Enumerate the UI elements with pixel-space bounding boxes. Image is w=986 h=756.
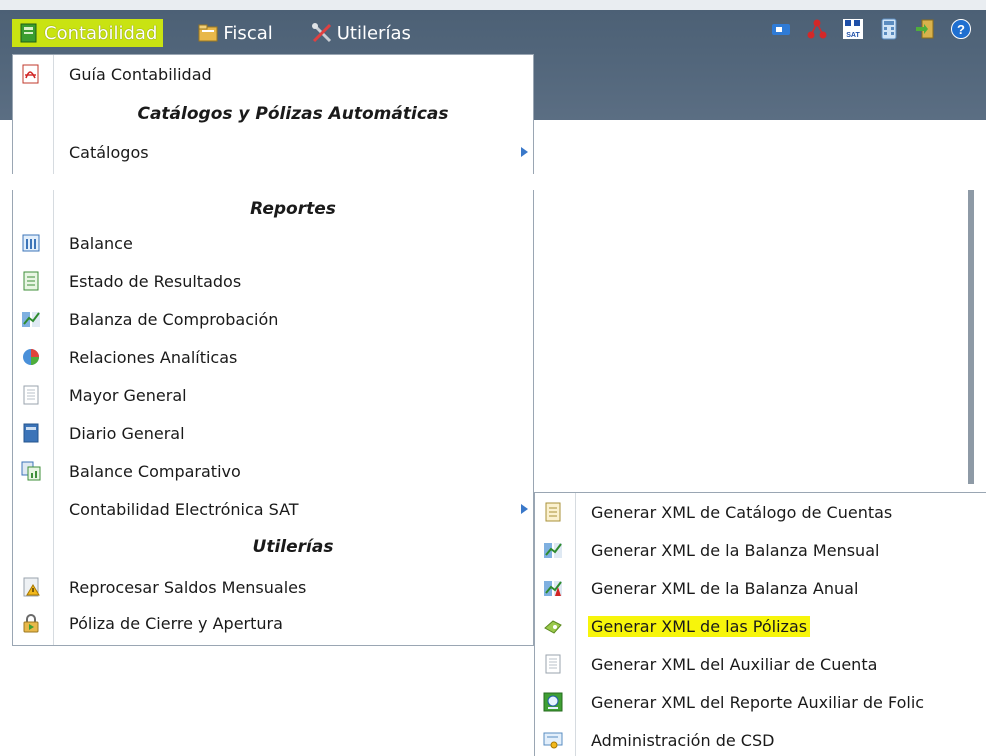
compare-icon	[21, 461, 41, 481]
menu-utilerias[interactable]: Utilerías	[307, 19, 415, 47]
lock-icon	[23, 614, 39, 633]
sat-icon[interactable]: SAT	[842, 18, 864, 40]
menu-item-poliza-cierre-apertura[interactable]: Póliza de Cierre y Apertura	[13, 604, 533, 642]
submenu-item-label: Administración de CSD	[591, 730, 775, 750]
sat-submenu: Generar XML de Catálogo de Cuentas Gener…	[534, 492, 986, 756]
chart-icon	[544, 543, 562, 558]
menu-item-relaciones-analiticas[interactable]: Relaciones Analíticas	[13, 338, 533, 376]
pie-icon	[23, 349, 39, 365]
balance-icon	[22, 234, 40, 252]
journal-icon	[23, 423, 39, 443]
help-icon[interactable]: ?	[950, 18, 972, 40]
pdf-icon	[22, 64, 39, 84]
document-icon	[23, 271, 39, 291]
menu-item-diario-general[interactable]: Diario General	[13, 414, 533, 452]
network-icon[interactable]	[806, 18, 828, 40]
submenu-item-administracion-csd[interactable]: Administración de CSD	[535, 721, 986, 756]
submenu-item-xml-auxiliar-cuenta[interactable]: Generar XML del Auxiliar de Cuenta	[535, 645, 986, 683]
submenu-item-label: Generar XML de la Balanza Mensual	[591, 540, 880, 560]
scroll-gap	[0, 174, 986, 190]
menu-header-label: Utilerías	[252, 537, 334, 557]
menu-item-catalogos[interactable]: Catálogos	[13, 133, 533, 171]
submenu-item-label: Generar XML de Catálogo de Cuentas	[591, 502, 893, 522]
menu-item-balance-comparativo[interactable]: Balance Comparativo	[13, 452, 533, 490]
submenu-item-xml-polizas[interactable]: Generar XML de las Pólizas	[535, 607, 986, 645]
menu-item-label: Catálogos	[69, 142, 149, 162]
submenu-item-label: Generar XML del Auxiliar de Cuenta	[591, 654, 878, 674]
sat-icon-label: SAT	[846, 32, 860, 39]
submenu-item-xml-reporte-auxiliar[interactable]: Generar XML del Reporte Auxiliar de Foli…	[535, 683, 986, 721]
policy-icon	[544, 620, 562, 634]
menu-item-label: Mayor General	[69, 385, 187, 405]
menu-item-label: Estado de Resultados	[69, 271, 242, 291]
contabilidad-dropdown-top: Guía Contabilidad Catálogos y Pólizas Au…	[12, 54, 534, 174]
contabilidad-dropdown-bottom: Reportes Balance Estado de Resultados Ba…	[12, 190, 534, 646]
submenu-arrow-icon	[521, 147, 528, 157]
submenu-item-label: Generar XML de las Pólizas	[588, 615, 811, 637]
menu-contabilidad[interactable]: Contabilidad	[12, 19, 164, 47]
toolbar-icons: SAT ?	[770, 18, 972, 40]
menu-item-label: Póliza de Cierre y Apertura	[69, 613, 283, 633]
menu-item-balance[interactable]: Balance	[13, 224, 533, 262]
menu-header-utilerias: Utilerías	[13, 528, 533, 566]
svg-text:?: ?	[957, 22, 965, 37]
page-icon	[545, 654, 561, 674]
menu-item-label: Balance	[69, 233, 133, 253]
menu-fiscal-label: Fiscal	[223, 22, 273, 44]
chart-icon	[22, 312, 40, 327]
certificate-icon	[543, 732, 563, 749]
main-menubar: Contabilidad Fiscal Utilerías	[12, 18, 445, 48]
report-icon	[543, 692, 563, 712]
menu-item-label: Contabilidad Electrónica SAT	[69, 499, 299, 519]
submenu-item-label: Generar XML del Reporte Auxiliar de Foli…	[591, 692, 925, 712]
content-scrollbar[interactable]	[968, 190, 974, 484]
menu-item-guia-contabilidad[interactable]: Guía Contabilidad	[13, 55, 533, 93]
submenu-item-xml-balanza-anual[interactable]: Generar XML de la Balanza Anual	[535, 569, 986, 607]
submenu-item-xml-catalogo[interactable]: Generar XML de Catálogo de Cuentas	[535, 493, 986, 531]
chart-red-icon	[544, 581, 562, 596]
folder-icon	[198, 24, 218, 42]
tools-icon	[311, 23, 331, 43]
submenu-item-label: Generar XML de la Balanza Anual	[591, 578, 859, 598]
exit-icon[interactable]	[914, 18, 936, 40]
video-icon[interactable]	[770, 18, 792, 40]
menu-header-label: Catálogos y Pólizas Automáticas	[137, 104, 449, 124]
submenu-item-xml-balanza-mensual[interactable]: Generar XML de la Balanza Mensual	[535, 531, 986, 569]
menu-item-reprocesar-saldos[interactable]: Reprocesar Saldos Mensuales	[13, 568, 533, 606]
warning-icon	[23, 577, 40, 597]
page-icon	[23, 385, 39, 405]
menu-utilerias-label: Utilerías	[336, 22, 411, 44]
menu-fiscal[interactable]: Fiscal	[193, 19, 276, 47]
menu-item-label: Balanza de Comprobación	[69, 309, 279, 329]
menu-item-label: Balance Comparativo	[69, 461, 241, 481]
menu-header-catalogos: Catálogos y Pólizas Automáticas	[13, 95, 533, 133]
menu-item-label: Relaciones Analíticas	[69, 347, 238, 367]
menu-item-balanza-comprobacion[interactable]: Balanza de Comprobación	[13, 300, 533, 338]
book-icon	[20, 23, 37, 43]
calculator-icon[interactable]	[878, 18, 900, 40]
top-strip	[0, 0, 986, 10]
menu-header-reportes: Reportes	[13, 190, 533, 228]
menu-header-label: Reportes	[250, 199, 336, 219]
menu-contabilidad-label: Contabilidad	[44, 22, 158, 44]
menu-item-label: Reprocesar Saldos Mensuales	[69, 577, 307, 597]
catalog-icon	[545, 502, 561, 522]
submenu-arrow-icon	[521, 504, 528, 514]
menu-item-estado-resultados[interactable]: Estado de Resultados	[13, 262, 533, 300]
menu-item-mayor-general[interactable]: Mayor General	[13, 376, 533, 414]
menu-item-label: Guía Contabilidad	[69, 64, 212, 84]
menu-item-contabilidad-electronica-sat[interactable]: Contabilidad Electrónica SAT	[13, 490, 533, 528]
menu-item-label: Diario General	[69, 423, 185, 443]
